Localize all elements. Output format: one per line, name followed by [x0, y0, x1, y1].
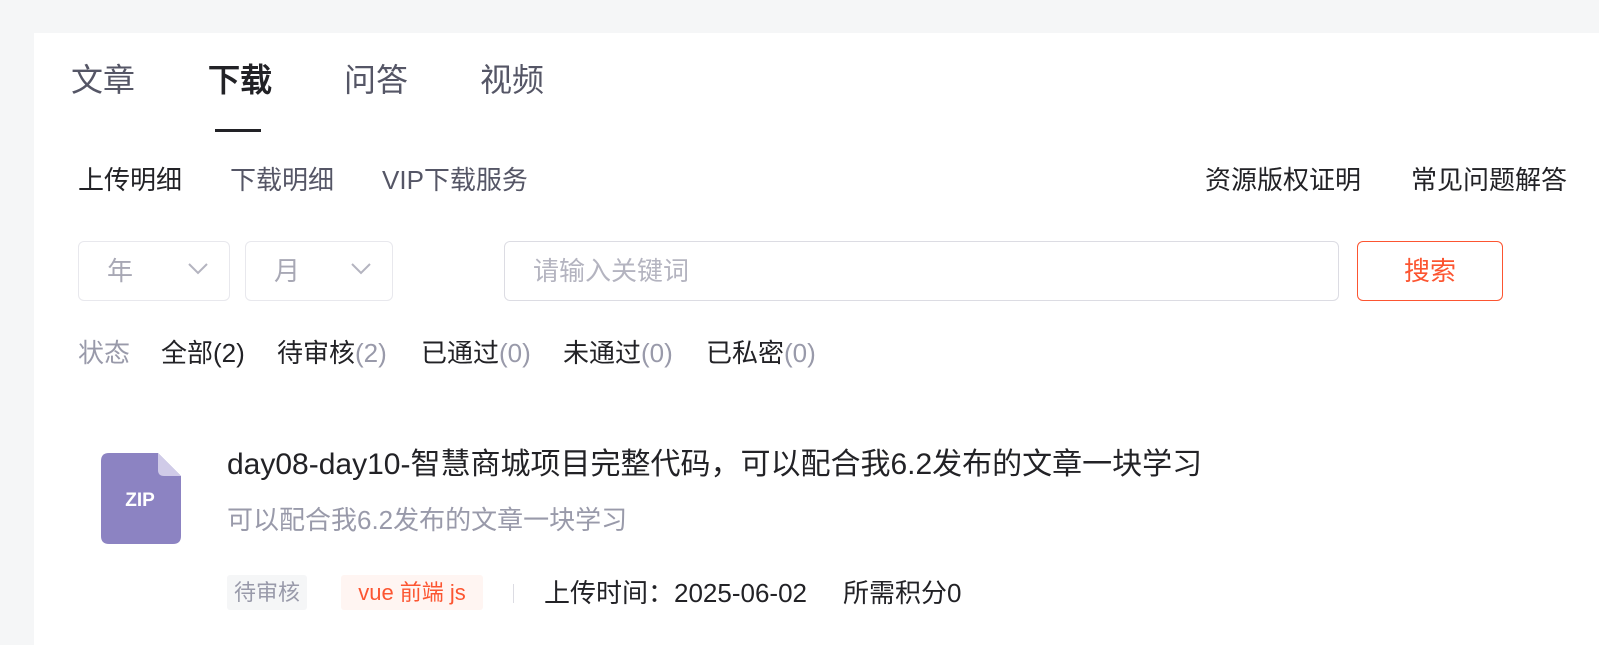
chevron-down-icon: [188, 263, 208, 275]
divider: [513, 584, 514, 603]
status-filter-pending[interactable]: 待审核(2): [277, 337, 387, 369]
subnav-faq[interactable]: 常见问题解答: [1411, 164, 1567, 196]
status-filter-all[interactable]: 全部(2): [161, 337, 245, 369]
subnav-upload-details[interactable]: 上传明细: [78, 164, 182, 196]
status-count: (2): [213, 338, 245, 368]
status-count: (2): [355, 338, 387, 368]
month-select-value: 月: [274, 256, 301, 286]
status-filter-approved[interactable]: 已通过(0): [421, 337, 531, 369]
status-filter-rejected[interactable]: 未通过(0): [563, 337, 673, 369]
tab-videos[interactable]: 视频: [480, 61, 544, 99]
year-select-value: 年: [107, 256, 134, 286]
active-tab-indicator: [215, 129, 261, 132]
status-filter-private[interactable]: 已私密(0): [706, 337, 816, 369]
status-count: (0): [641, 338, 673, 368]
tab-articles[interactable]: 文章: [71, 61, 135, 99]
resource-title[interactable]: day08-day10-智慧商城项目完整代码，可以配合我6.2发布的文章一块学习: [227, 447, 1202, 483]
content-panel: 文章 下载 问答 视频 上传明细 下载明细 VIP下载服务 资源版权证明 常见问…: [34, 33, 1599, 645]
year-select[interactable]: 年: [78, 241, 230, 301]
subnav-copyright-proof[interactable]: 资源版权证明: [1205, 164, 1361, 196]
search-input[interactable]: [504, 241, 1339, 301]
status-name: 全部: [161, 338, 214, 368]
status-count: (0): [499, 338, 531, 368]
search-button[interactable]: 搜索: [1357, 241, 1503, 301]
status-count: (0): [784, 338, 816, 368]
chevron-down-icon: [351, 263, 371, 275]
tab-qa[interactable]: 问答: [344, 61, 408, 99]
month-select[interactable]: 月: [245, 241, 393, 301]
resource-description: 可以配合我6.2发布的文章一块学习: [227, 505, 628, 535]
zip-file-label: ZIP: [125, 490, 155, 511]
status-badge: 待审核: [227, 575, 308, 610]
status-label: 状态: [78, 338, 131, 368]
tab-downloads[interactable]: 下载: [208, 61, 272, 99]
status-name: 待审核: [277, 338, 356, 368]
subnav-download-details[interactable]: 下载明细: [230, 164, 334, 196]
status-name: 未通过: [563, 338, 642, 368]
zip-file-icon: ZIP: [101, 453, 181, 544]
subnav-vip-download-service[interactable]: VIP下载服务: [382, 164, 528, 196]
status-name: 已私密: [706, 338, 785, 368]
status-name: 已通过: [421, 338, 500, 368]
required-points: 所需积分0: [843, 578, 962, 608]
upload-time: 上传时间：2025-06-02: [544, 578, 807, 608]
keyword-tag[interactable]: vue 前端 js: [341, 575, 483, 610]
